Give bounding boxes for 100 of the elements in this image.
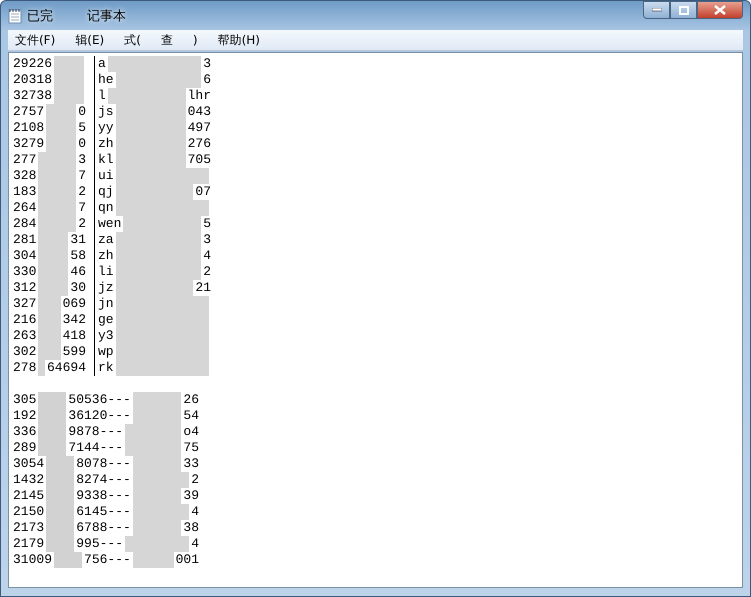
maximize-icon: [678, 6, 688, 14]
text-fragment: yy: [98, 120, 114, 136]
text-fragment: 192: [13, 408, 36, 424]
text-fragment: 264: [13, 200, 36, 216]
text-fragment: 46: [70, 264, 86, 280]
text-fragment: js: [98, 104, 114, 120]
text-fragment: 3: [203, 232, 211, 248]
text-fragment: 277: [13, 152, 36, 168]
text-fragment: 278: [13, 360, 36, 376]
text-fragment: 64694: [46, 360, 86, 376]
redaction-block: [38, 392, 66, 408]
text-fragment: 26: [183, 392, 199, 408]
menu-item[interactable]: ): [186, 33, 205, 47]
text-fragment: wen: [98, 216, 122, 232]
text-fragment: 1432: [13, 472, 44, 488]
text-fragment: he: [98, 72, 114, 88]
text-fragment: 54: [183, 408, 199, 424]
text-fragment: 5: [203, 216, 211, 232]
redaction-block: [54, 56, 84, 72]
text-fragment: 2179: [13, 536, 44, 552]
menu-item[interactable]: 式(: [117, 32, 148, 48]
text-fragment: qj: [98, 184, 114, 200]
text-fragment: 327: [13, 296, 36, 312]
text-fragment: 2: [191, 472, 199, 488]
text-fragment: 5: [78, 120, 86, 136]
text-fragment: li: [98, 264, 114, 280]
close-button[interactable]: [697, 1, 743, 19]
text-fragment: 7: [78, 168, 86, 184]
text-fragment: 50536---: [68, 392, 131, 408]
text-fragment: 3: [78, 152, 86, 168]
text-fragment: 75: [183, 440, 199, 456]
text-fragment: za: [98, 232, 114, 248]
text-fragment: 7144---: [68, 440, 124, 456]
text-fragment: 9338---: [76, 488, 131, 504]
text-fragment: 20318: [13, 72, 52, 88]
minimize-icon: [652, 8, 662, 12]
text-fragment: kl: [98, 152, 114, 168]
text-fragment: 336: [13, 424, 36, 440]
redaction-block: [132, 392, 182, 408]
text-fragment: a: [98, 56, 106, 72]
text-fragment: 31: [70, 232, 86, 248]
minimize-button[interactable]: [643, 1, 670, 19]
text-fragment: 33: [183, 456, 199, 472]
text-fragment: 304: [13, 248, 36, 264]
text-fragment: wp: [98, 344, 114, 360]
text-fragment: 330: [13, 264, 36, 280]
text-fragment: lhr: [188, 88, 211, 104]
text-fragment: 302: [13, 344, 36, 360]
text-fragment: 2173: [13, 520, 44, 536]
text-fragment: 3279: [13, 136, 44, 152]
text-fragment: 58: [70, 248, 86, 264]
text-fragment: 705: [188, 152, 211, 168]
close-icon: [714, 5, 726, 15]
text-fragment: 599: [62, 344, 86, 360]
text-fragment: 756---: [84, 552, 131, 568]
text-fragment: 342: [62, 312, 86, 328]
window-title: 已完: [27, 8, 53, 24]
text-fragment: 418: [62, 328, 86, 344]
text-fragment: zh: [98, 136, 114, 152]
text-fragment: 2: [78, 184, 86, 200]
text-fragment: 4: [191, 504, 199, 520]
text-fragment: y3: [98, 328, 114, 344]
menu-item[interactable]: 辑(E): [68, 32, 112, 48]
text-fragment: 39: [183, 488, 199, 504]
text-fragment: o4: [183, 424, 199, 440]
text-fragment: l: [98, 88, 106, 104]
text-fragment: 276: [188, 136, 211, 152]
text-fragment: 29226: [13, 56, 52, 72]
menu-item[interactable]: 帮助(H): [210, 32, 267, 48]
text-fragment: 2150: [13, 504, 44, 520]
text-fragment: 6145---: [76, 504, 131, 520]
text-fragment: qn: [98, 200, 114, 216]
text-fragment: 36120---: [68, 408, 131, 424]
text-fragment: 328: [13, 168, 36, 184]
text-fragment: 6: [203, 72, 211, 88]
text-fragment: 4: [203, 248, 211, 264]
text-fragment: jn: [98, 296, 114, 312]
maximize-button[interactable]: [670, 1, 697, 19]
text-fragment: 2145: [13, 488, 44, 504]
text-fragment: 216: [13, 312, 36, 328]
text-fragment: 263: [13, 328, 36, 344]
text-fragment: 995---: [76, 536, 124, 552]
text-fragment: 0: [78, 136, 86, 152]
text-fragment: 30: [70, 280, 86, 296]
text-fragment: 31009: [13, 552, 52, 568]
text-fragment: 32738: [13, 88, 52, 104]
menu-item[interactable]: 文件(F): [8, 32, 62, 48]
text-fragment: 21: [195, 280, 211, 296]
text-fragment: 2: [203, 264, 211, 280]
text-fragment: ui: [98, 168, 114, 184]
text-fragment: zh: [98, 248, 114, 264]
text-fragment: 183: [13, 184, 36, 200]
text-fragment: 069: [62, 296, 86, 312]
text-fragment: 289: [13, 440, 36, 456]
text-fragment: 284: [13, 216, 36, 232]
text-fragment: 38: [183, 520, 199, 536]
text-fragment: 0: [78, 104, 86, 120]
text-fragment: 3: [203, 56, 211, 72]
menu-item[interactable]: 查: [154, 32, 180, 48]
text-fragment: 8274---: [76, 472, 131, 488]
